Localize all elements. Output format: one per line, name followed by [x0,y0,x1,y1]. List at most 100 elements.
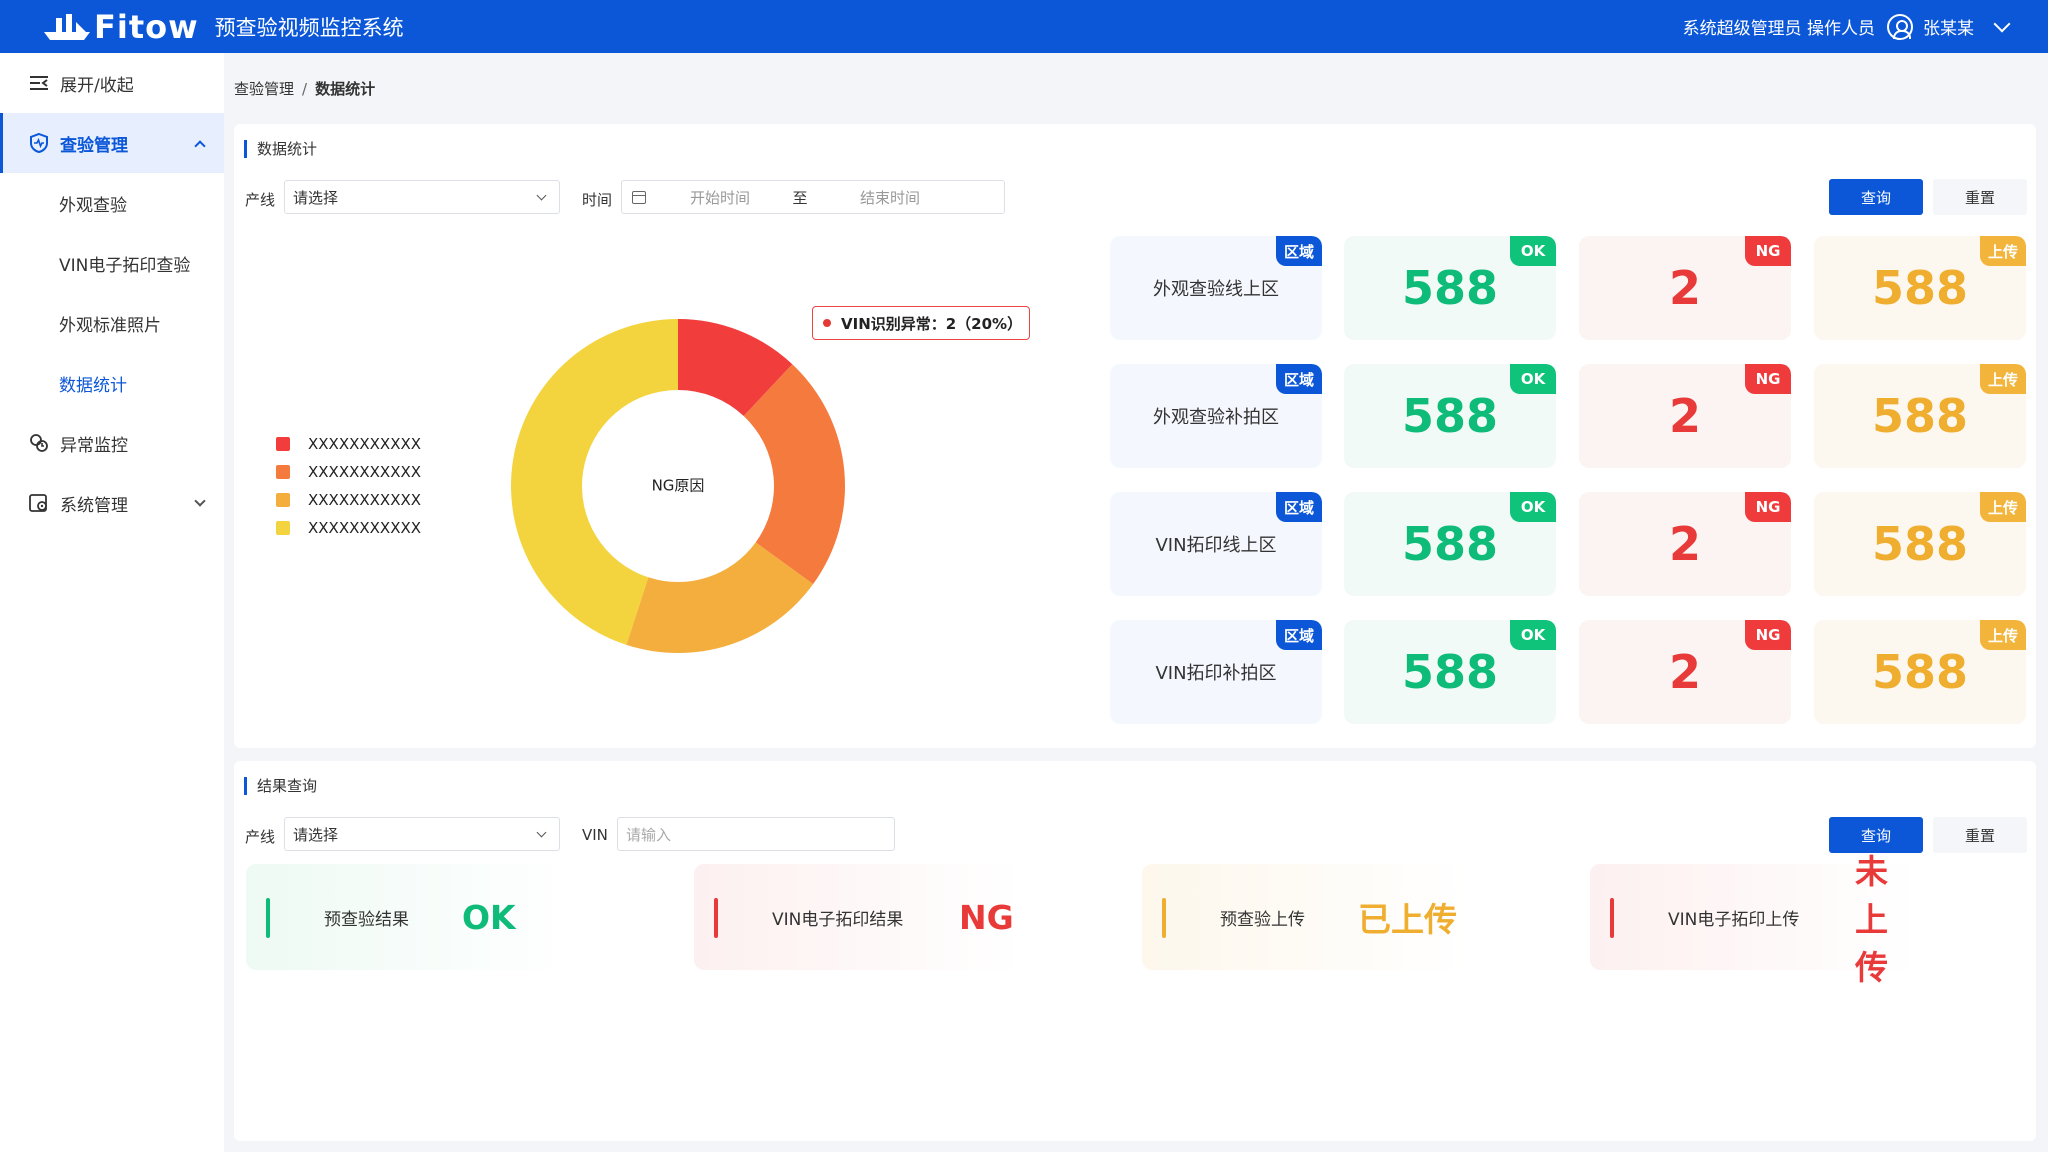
breadcrumb-current: 数据统计 [315,80,376,98]
stat-card-tag: OK [1510,236,1556,266]
stat-card-tag: 区域 [1275,364,1322,394]
sidebar-item-vin-rubbing[interactable]: VIN电子拓印查验 [0,233,224,293]
stat-card-tag: 上传 [1979,364,2026,394]
stats-query-button[interactable]: 查询 [1829,179,1923,215]
donut-center-label: NG原因 [652,477,705,495]
user-roles: 系统超级管理员 操作人员 [1682,19,1875,39]
brand-logo: Fitow [42,0,199,53]
stat-card-up: 588 上传 [1814,236,2026,340]
line-label: 产线 [245,191,276,209]
user-area[interactable]: 系统超级管理员 操作人员 张某某 [1682,0,2011,53]
shield-icon [30,132,48,154]
legend-item[interactable]: XXXXXXXXXXX [276,430,421,458]
chevron-down-icon [536,827,547,838]
result-accent-bar [266,898,270,938]
stat-card-up: 588 上传 [1814,364,2026,468]
stat-card-tag: OK [1510,492,1556,522]
line-select-value: 请选择 [293,825,339,844]
chart-tooltip: VIN识别异常：2（20%） [812,306,1030,340]
sidebar-item-appearance[interactable]: 外观查验 [0,173,224,233]
stat-card-area: 外观查验线上区 区域 [1110,236,1322,340]
result-label: VIN电子拓印结果 [772,909,904,930]
sidebar-toggle-label: 展开/收起 [60,75,134,96]
stat-card-ok: 588 OK [1344,620,1556,724]
stat-card-ng: 2 NG [1579,236,1791,340]
breadcrumb: 查验管理 / 数据统计 [234,78,375,99]
stat-card-tag: 上传 [1979,620,2026,650]
legend-item[interactable]: XXXXXXXXXXX [276,514,421,542]
legend-item[interactable]: XXXXXXXXXXX [276,486,421,514]
legend-label: XXXXXXXXXXX [308,519,422,537]
breadcrumb-separator: / [302,80,308,98]
line-select[interactable]: 请选择 [284,180,560,214]
ship-logo-icon [44,13,90,40]
stat-card-ng: 2 NG [1579,620,1791,724]
calendar-icon [632,190,646,204]
result-label: VIN电子拓印上传 [1668,909,1800,930]
sidebar-item-anomaly[interactable]: 异常监控 [0,413,224,473]
sidebar-item-inspection[interactable]: 查验管理 [0,113,224,173]
panel-title: 结果查询 [244,777,317,795]
vin-input[interactable]: 请输入 [617,817,895,851]
stat-card-ok: 588 OK [1344,492,1556,596]
ng-reason-donut-chart[interactable]: NG原因 [500,306,860,666]
stat-card-ok: 588 OK [1344,364,1556,468]
date-range-picker[interactable]: 开始时间 至 结束时间 [621,180,1005,214]
brand-name: Fitow [94,7,199,46]
legend-swatch [276,437,290,451]
stat-card-tag: 区域 [1275,492,1322,522]
user-avatar-icon [1887,13,1913,40]
stat-card-area: VIN拓印补拍区 区域 [1110,620,1322,724]
line-select-value: 请选择 [293,188,339,207]
sidebar-toggle[interactable]: 展开/收起 [0,53,224,113]
user-name: 张某某 [1923,19,1974,39]
breadcrumb-parent[interactable]: 查验管理 [234,80,294,98]
sidebar-item-label: 系统管理 [60,495,128,516]
vin-label: VIN [582,826,608,844]
result-accent-bar [1162,898,1166,938]
sidebar: 展开/收起 查验管理 外观查验 VIN电子拓印查验 外观标准照片 数据统计 异常… [0,53,224,1152]
stat-card-tag: 上传 [1979,236,2026,266]
sidebar-item-standard-photos[interactable]: 外观标准照片 [0,293,224,353]
chart-legend: XXXXXXXXXXX XXXXXXXXXXX XXXXXXXXXXX XXXX… [276,430,421,542]
stat-card-tag: 区域 [1275,236,1322,266]
result-line-select[interactable]: 请选择 [284,817,560,851]
result-value: 已上传 [1358,900,1457,939]
line-label: 产线 [245,828,276,846]
stat-card-tag: NG [1745,236,1791,266]
stat-card-tag: NG [1745,620,1791,650]
chevron-down-icon [194,495,206,507]
stats-reset-button[interactable]: 重置 [1933,179,2027,215]
legend-item[interactable]: XXXXXXXXXXX [276,458,421,486]
result-card-precheck-upload: 预查验上传 已上传 [1142,864,1470,970]
stat-card-tag: NG [1745,492,1791,522]
start-time-input[interactable]: 开始时间 [660,187,780,208]
stat-card-tag: 区域 [1275,620,1322,650]
range-separator: 至 [792,188,808,207]
settings-icon [29,494,47,512]
chevron-down-icon[interactable] [1993,15,2011,32]
top-header: Fitow 预查验视频监控系统 系统超级管理员 操作人员 张某某 [0,0,2048,53]
sidebar-item-system[interactable]: 系统管理 [0,473,224,533]
vin-input-placeholder: 请输入 [626,825,672,844]
result-label: 预查验结果 [324,909,409,930]
sidebar-item-statistics[interactable]: 数据统计 [0,353,224,413]
stat-card-ng: 2 NG [1579,492,1791,596]
stat-card-area: 外观查验补拍区 区域 [1110,364,1322,468]
sidebar-item-label: 查验管理 [60,135,128,156]
legend-label: XXXXXXXXXXX [308,463,422,481]
chevron-up-icon [194,140,206,152]
result-reset-button[interactable]: 重置 [1933,817,2027,853]
result-value: OK [462,897,516,937]
result-value: 未上传 [1855,852,1888,987]
tooltip-dot [823,319,831,327]
stat-card-tag: 上传 [1979,492,2026,522]
legend-label: XXXXXXXXXXX [308,491,422,509]
result-value: NG [959,897,1014,937]
legend-label: XXXXXXXXXXX [308,435,422,453]
end-time-input[interactable]: 结束时间 [820,187,960,208]
monitor-alert-icon [30,434,48,452]
chevron-down-icon [536,190,547,201]
stat-card-tag: NG [1745,364,1791,394]
stat-card-area: VIN拓印线上区 区域 [1110,492,1322,596]
